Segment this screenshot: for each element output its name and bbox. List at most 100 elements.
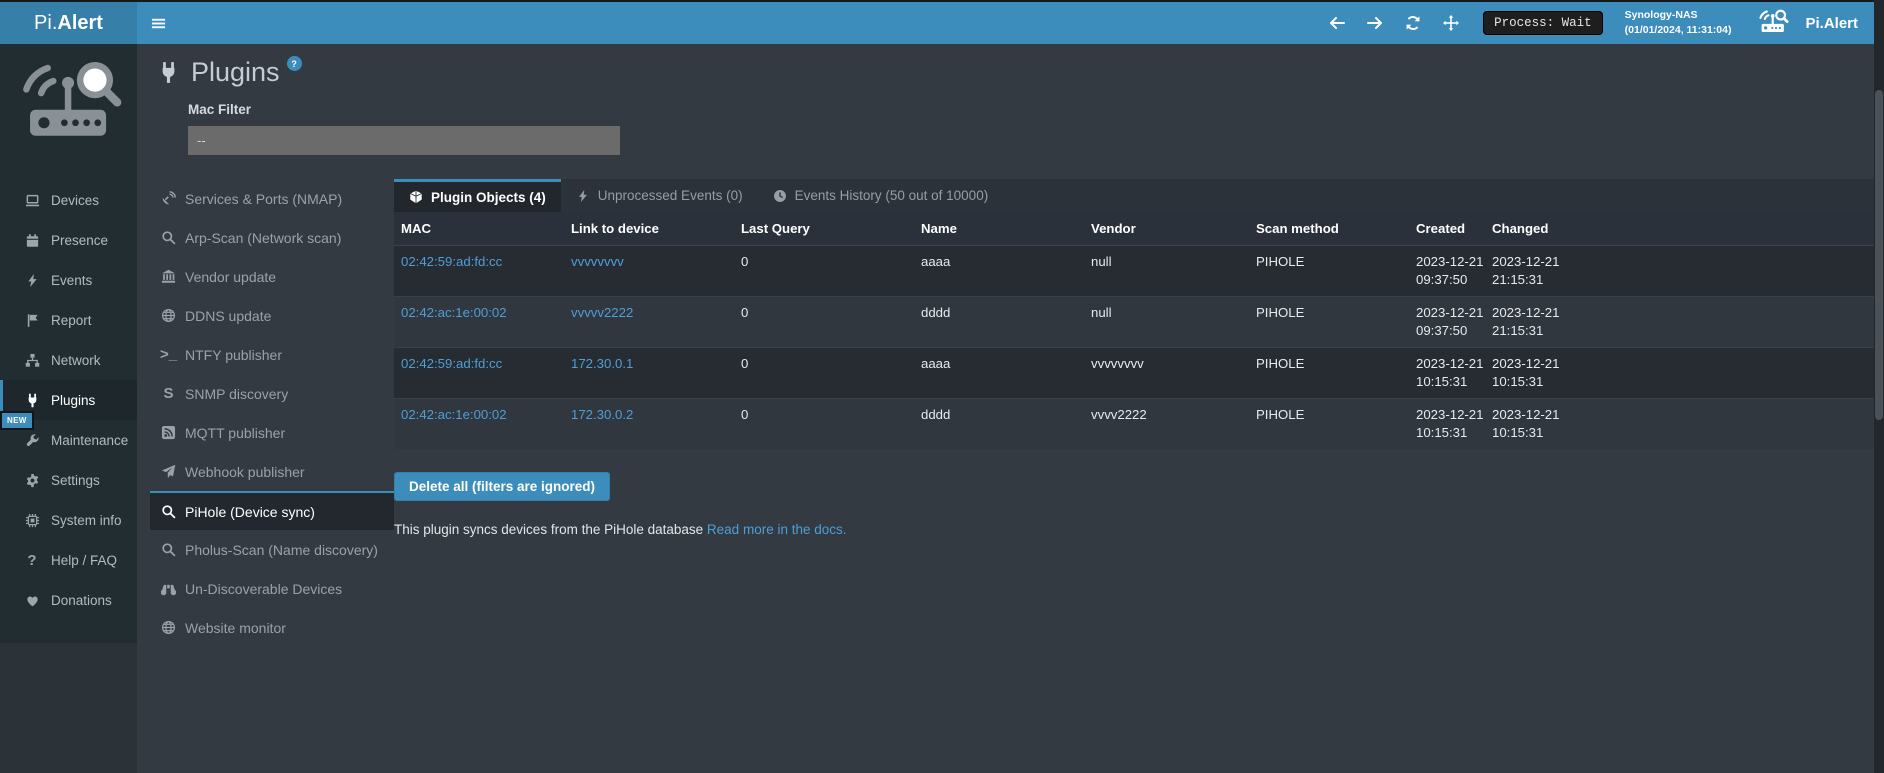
- rss-square-icon: [160, 425, 177, 440]
- device-link[interactable]: vvvvvvvv: [571, 254, 624, 269]
- topbar: Pi.Alert Process: Wait Synology-NAS (01/…: [0, 0, 1884, 44]
- mac-link[interactable]: 02:42:ac:1e:00:02: [401, 407, 507, 422]
- host-time: (01/01/2024, 11:31:04): [1625, 23, 1732, 38]
- plugin-nav-item-label: NTFY publisher: [185, 347, 282, 363]
- page-scrollbar[interactable]: [1874, 0, 1884, 773]
- search-icon: [160, 504, 177, 519]
- changed-cell: 2023-12-2110:15:31: [1485, 355, 1874, 391]
- sidebar-item-report[interactable]: Report: [0, 300, 137, 340]
- device-link[interactable]: 172.30.0.2: [571, 407, 633, 422]
- binoculars-icon: [160, 581, 177, 596]
- mac-cell: 02:42:ac:1e:00:02: [394, 304, 564, 322]
- calendar-icon: [24, 233, 40, 248]
- sidebar-item-system-info[interactable]: System info: [0, 500, 137, 540]
- plugin-nav-item-webhook-publisher[interactable]: Webhook publisher: [150, 452, 394, 491]
- changed-time: 10:15:31: [1492, 424, 1874, 442]
- sidebar-item-devices[interactable]: Devices: [0, 180, 137, 220]
- sidebar-item-label: Settings: [51, 473, 100, 488]
- question-icon: ?: [24, 553, 40, 568]
- scrollbar-thumb[interactable]: [1875, 90, 1883, 420]
- sidebar-item-network[interactable]: Network: [0, 340, 137, 380]
- sidebar-item-events[interactable]: Events: [0, 260, 137, 300]
- device-link[interactable]: vvvvv2222: [571, 305, 633, 320]
- app-logo[interactable]: Pi.Alert: [0, 2, 137, 44]
- column-header-changed: Changed: [1485, 221, 1874, 236]
- plugin-nav-item-pholus-scan-name-discovery[interactable]: Pholus-Scan (Name discovery): [150, 530, 394, 569]
- sidebar-item-donations[interactable]: Donations: [0, 580, 137, 620]
- stripe-s-icon: S: [160, 386, 177, 401]
- sidebar-item-help-faq[interactable]: ? Help / FAQ: [0, 540, 137, 580]
- new-badge: NEW: [0, 411, 34, 430]
- device-link[interactable]: 172.30.0.1: [571, 356, 633, 371]
- heart-icon: [24, 593, 40, 608]
- sidebar-item-settings[interactable]: Settings: [0, 460, 137, 500]
- tab-unprocessed-events-0[interactable]: Unprocessed Events (0): [561, 179, 758, 212]
- hamburger-icon[interactable]: [151, 16, 166, 31]
- plugin-nav-item-website-monitor[interactable]: Website monitor: [150, 608, 394, 647]
- refresh-icon[interactable]: [1401, 15, 1425, 31]
- vendor-cell: null: [1084, 304, 1249, 322]
- tab-events-history-50-out-of-10000[interactable]: Events History (50 out of 10000): [758, 179, 1004, 212]
- sidebar-item-label: Events: [51, 273, 92, 288]
- globe-icon: [160, 308, 177, 323]
- plugin-nav-item-vendor-update[interactable]: Vendor update: [150, 257, 394, 296]
- scan-method-cell: PIHOLE: [1249, 355, 1409, 373]
- docs-link[interactable]: Read more in the docs.: [707, 522, 847, 537]
- sitemap-icon: [24, 353, 40, 368]
- sidebar-item-label: Maintenance: [51, 433, 128, 448]
- changed-date: 2023-12-21: [1492, 406, 1874, 424]
- tab-label: Unprocessed Events (0): [598, 188, 743, 203]
- sidebar-item-label: Devices: [51, 193, 99, 208]
- delete-all-button[interactable]: Delete all (filters are ignored): [394, 472, 610, 501]
- arrow-right-icon[interactable]: [1363, 15, 1387, 31]
- plugin-nav-item-label: Pholus-Scan (Name discovery): [185, 542, 378, 558]
- tab-label: Plugin Objects (4): [431, 190, 546, 205]
- search-icon: [160, 542, 177, 557]
- sidebar-item-label: System info: [51, 513, 122, 528]
- topbar-controls: Process: Wait Synology-NAS (01/01/2024, …: [1325, 8, 1884, 38]
- flag-icon: [24, 313, 40, 328]
- plugin-nav-item-ntfy-publisher[interactable]: >_NTFY publisher: [150, 335, 394, 374]
- tab-label: Events History (50 out of 10000): [795, 188, 989, 203]
- plugin-nav-item-mqtt-publisher[interactable]: MQTT publisher: [150, 413, 394, 452]
- plugin-nav-item-label: MQTT publisher: [185, 425, 285, 441]
- pialert-router-icon: [0, 44, 137, 168]
- plugin-nav-item-arp-scan-network-scan[interactable]: Arp-Scan (Network scan): [150, 218, 394, 257]
- mac-link[interactable]: 02:42:ac:1e:00:02: [401, 305, 507, 320]
- changed-cell: 2023-12-2121:15:31: [1485, 253, 1874, 289]
- arrow-left-icon[interactable]: [1325, 15, 1349, 31]
- move-icon[interactable]: [1439, 15, 1463, 31]
- sidebar-item-maintenance[interactable]: NEWMaintenance: [0, 420, 137, 460]
- mac-link[interactable]: 02:42:59:ad:fd:cc: [401, 254, 502, 269]
- scan-method-cell: PIHOLE: [1249, 253, 1409, 271]
- plugin-nav-item-pihole-device-sync[interactable]: PiHole (Device sync): [150, 491, 394, 530]
- plugin-nav-item-un-discoverable-devices[interactable]: Un-Discoverable Devices: [150, 569, 394, 608]
- bolt-icon: [576, 189, 590, 203]
- mac-cell: 02:42:59:ad:fd:cc: [394, 253, 564, 271]
- plugin-nav-item-label: PiHole (Device sync): [185, 504, 315, 520]
- tab-bar: Plugin Objects (4) Unprocessed Events (0)…: [394, 179, 1874, 212]
- created-date: 2023-12-21: [1416, 304, 1485, 322]
- plugin-nav-item-services-ports-nmap[interactable]: Services & Ports (NMAP): [150, 179, 394, 218]
- bolt-icon: [24, 273, 40, 288]
- plugin-nav-item-ddns-update[interactable]: DDNS update: [150, 296, 394, 335]
- plugin-description: This plugin syncs devices from the PiHol…: [394, 522, 1874, 537]
- wrench-icon: [24, 433, 40, 448]
- changed-time: 10:15:31: [1492, 373, 1874, 391]
- help-badge[interactable]: ?: [287, 56, 302, 71]
- chip-icon: [24, 513, 40, 528]
- gear-icon: [24, 473, 40, 488]
- tab-plugin-objects-4[interactable]: Plugin Objects (4): [394, 179, 561, 212]
- host-name: Synology-NAS: [1625, 8, 1732, 23]
- sidebar-bottom-filler: [0, 643, 137, 773]
- sidebar-item-presence[interactable]: Presence: [0, 220, 137, 260]
- name-cell: aaaa: [914, 253, 1084, 271]
- table-row: 02:42:ac:1e:00:02172.30.0.20ddddvvvv2222…: [394, 398, 1874, 449]
- changed-cell: 2023-12-2121:15:31: [1485, 304, 1874, 340]
- plugin-nav: Services & Ports (NMAP)Arp-Scan (Network…: [150, 179, 394, 647]
- mac-link[interactable]: 02:42:59:ad:fd:cc: [401, 356, 502, 371]
- sidebar-item-label: Help / FAQ: [51, 553, 117, 568]
- mac-filter-input[interactable]: --: [188, 126, 620, 155]
- plugin-nav-item-snmp-discovery[interactable]: S SNMP discovery: [150, 374, 394, 413]
- plugin-nav-item-label: SNMP discovery: [185, 386, 288, 402]
